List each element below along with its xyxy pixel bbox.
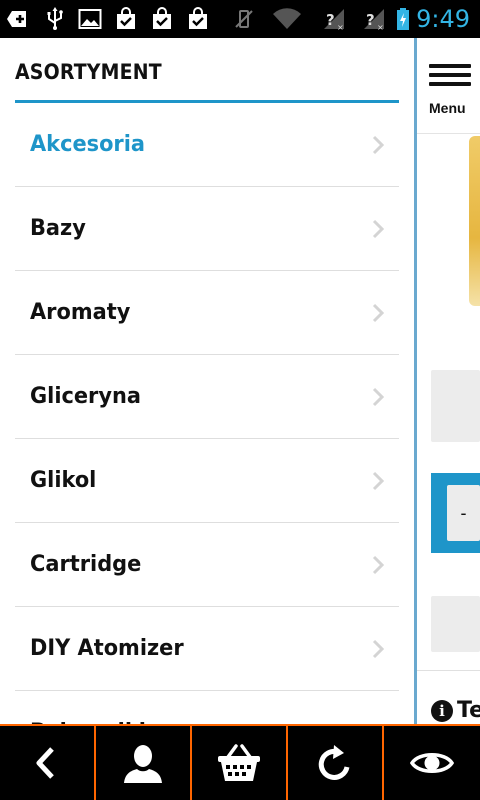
chevron-right-icon: [371, 471, 385, 491]
info-icon: i: [431, 699, 453, 722]
account-button[interactable]: [96, 726, 192, 800]
category-label: Gliceryna: [30, 384, 141, 409]
chevron-right-icon: [371, 303, 385, 323]
chevron-right-icon: [371, 219, 385, 239]
category-item-gliceryna[interactable]: Gliceryna: [15, 355, 399, 439]
checked-bag-icon: [114, 7, 138, 31]
battery-charging-icon: [395, 7, 411, 31]
checked-bag-icon: [186, 7, 210, 31]
back-icon: [36, 747, 54, 779]
option-button[interactable]: [431, 370, 480, 442]
category-drawer: ASORTYMENT Akcesoria Bazy Aromaty Glicer…: [0, 38, 414, 724]
quantity-selector: -: [431, 473, 480, 553]
refresh-button[interactable]: [288, 726, 384, 800]
menu-button[interactable]: Menu: [417, 38, 480, 134]
preview-button[interactable]: [384, 726, 480, 800]
svg-text:?: ?: [326, 11, 335, 29]
vibrate-off-icon: [232, 7, 256, 31]
chevron-right-icon: [371, 639, 385, 659]
category-item-cartridge[interactable]: Cartridge: [15, 523, 399, 607]
svg-text:×: ×: [337, 23, 344, 31]
usb-icon: [43, 7, 67, 31]
add-to-cart-button[interactable]: [431, 596, 480, 652]
eye-icon: [410, 753, 454, 773]
main-content-peek: Menu - i Te: [417, 38, 480, 724]
category-item-glikol[interactable]: Glikol: [15, 439, 399, 523]
category-label: Akcesoria: [30, 132, 146, 157]
basket-icon: [218, 744, 260, 781]
hamburger-icon: [429, 64, 471, 90]
category-label: Cartridge: [30, 552, 142, 577]
svg-text:×: ×: [377, 23, 384, 31]
decrease-quantity-button[interactable]: -: [447, 485, 480, 541]
checked-bag-icon: [150, 7, 174, 31]
category-label: DIY Atomizer: [30, 636, 184, 661]
category-item-akcesoria[interactable]: Akcesoria: [15, 103, 399, 187]
chevron-right-icon: [371, 387, 385, 407]
chevron-right-icon: [371, 135, 385, 155]
drawer-title: ASORTYMENT: [15, 60, 162, 84]
signal-unknown-icon: ? ×: [362, 7, 386, 31]
chevron-right-icon: [371, 555, 385, 575]
category-item-bazy[interactable]: Bazy: [15, 187, 399, 271]
status-bar: ? × ? × 9:49: [0, 0, 480, 38]
signal-unknown-icon: ? ×: [322, 7, 346, 31]
back-button[interactable]: [0, 726, 96, 800]
category-label: Glikol: [30, 468, 97, 493]
add-notification-icon: [6, 7, 30, 31]
category-item-pojemniki[interactable]: Pojemniki: [15, 691, 399, 724]
category-label: Bazy: [30, 216, 86, 241]
category-label: Aromaty: [30, 300, 131, 325]
clock: 9:49: [416, 5, 470, 33]
content-divider: [417, 670, 480, 671]
category-list: Akcesoria Bazy Aromaty Gliceryna Glikol …: [15, 103, 399, 724]
user-icon: [124, 745, 162, 783]
info-row: i Te: [431, 698, 480, 723]
svg-text:?: ?: [366, 11, 375, 29]
refresh-icon: [318, 745, 350, 780]
basket-button[interactable]: [192, 726, 288, 800]
wifi-icon: [272, 7, 302, 31]
bottom-navigation: [0, 724, 480, 800]
image-icon: [78, 7, 102, 31]
product-image: [469, 136, 480, 306]
category-label: Pojemniki: [30, 691, 146, 724]
category-item-diy-atomizer[interactable]: DIY Atomizer: [15, 607, 399, 691]
menu-label: Menu: [429, 100, 466, 116]
category-item-aromaty[interactable]: Aromaty: [15, 271, 399, 355]
info-text: Te: [457, 698, 480, 723]
